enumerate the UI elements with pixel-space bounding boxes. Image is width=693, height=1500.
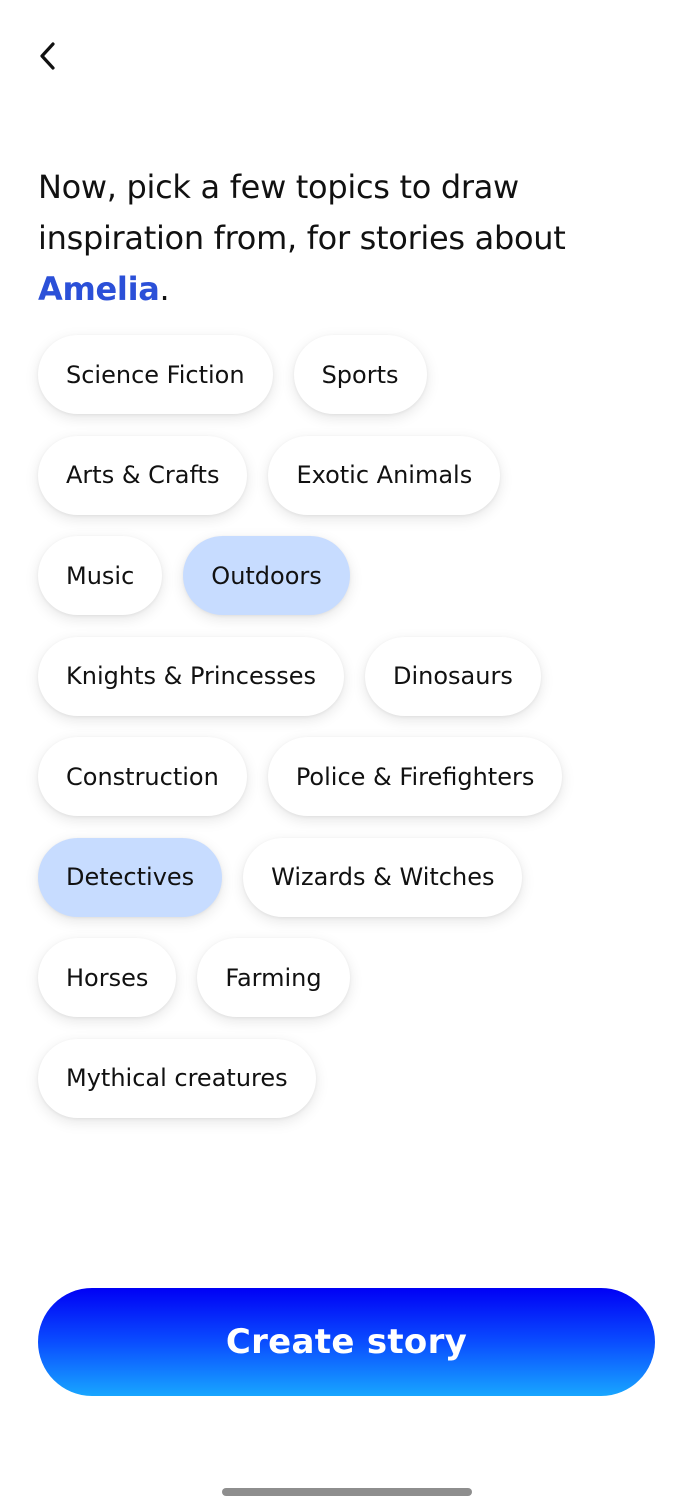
title-text: Now, pick a few topics to draw inspirati… [38,168,566,257]
topic-row: Knights & Princesses Dinosaurs [38,636,658,716]
topic-chip-horses[interactable]: Horses [38,938,177,1017]
back-button[interactable] [28,36,68,76]
create-story-button[interactable]: Create story [38,1288,655,1396]
topic-chip-science-fiction[interactable]: Science Fiction [38,335,273,414]
topic-row: Arts & Crafts Exotic Animals [38,435,658,515]
topic-row: Construction Police & Firefighters [38,737,658,816]
topic-row: Music Outdoors [38,536,658,615]
topic-picker-screen: Now, pick a few topics to draw inspirati… [0,0,693,1500]
topic-chip-farming[interactable]: Farming [197,938,350,1017]
topic-row: Detectives Wizards & Witches [38,837,658,917]
topic-chip-construction[interactable]: Construction [38,737,247,816]
topic-row: Mythical creatures [38,1038,658,1118]
topic-chip-police-firefighters[interactable]: Police & Firefighters [267,737,563,816]
topic-chip-dinosaurs[interactable]: Dinosaurs [364,636,541,716]
chevron-left-icon [37,41,59,71]
page-title: Now, pick a few topics to draw inspirati… [38,162,658,315]
topic-chip-outdoors[interactable]: Outdoors [183,536,350,615]
topic-chip-music[interactable]: Music [38,536,163,615]
topic-chip-arts-crafts[interactable]: Arts & Crafts [38,435,248,515]
topic-chip-detectives[interactable]: Detectives [38,837,223,917]
topic-row: Horses Farming [38,938,658,1017]
topic-list: Science Fiction Sports Arts & Crafts Exo… [38,335,658,1139]
child-name: Amelia [38,270,160,308]
topic-chip-mythical-creatures[interactable]: Mythical creatures [38,1038,316,1118]
topic-chip-wizards-witches[interactable]: Wizards & Witches [243,837,523,917]
topic-row: Science Fiction Sports [38,335,658,414]
title-period: . [159,270,170,308]
home-indicator [222,1488,472,1496]
topic-chip-exotic-animals[interactable]: Exotic Animals [268,435,501,515]
topic-chip-knights-princesses[interactable]: Knights & Princesses [38,636,344,716]
topic-chip-sports[interactable]: Sports [293,335,427,414]
